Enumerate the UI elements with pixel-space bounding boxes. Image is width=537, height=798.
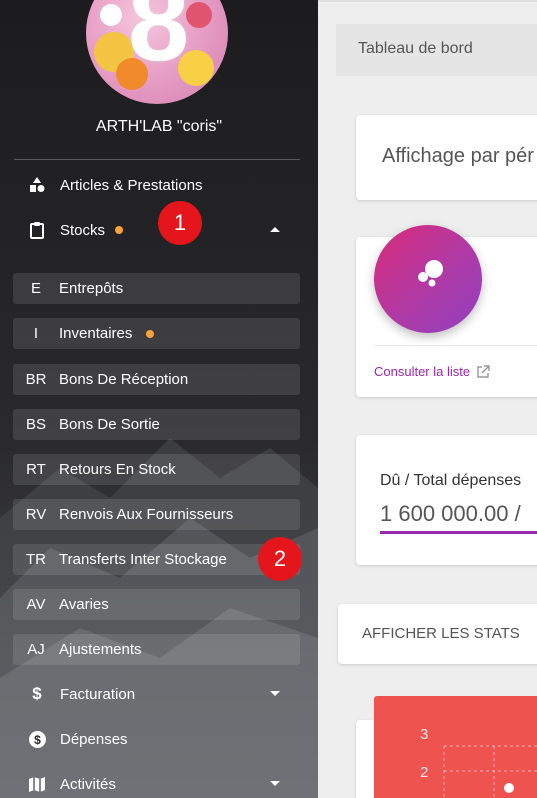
item-label: Transferts Inter Stockage (59, 551, 227, 568)
item-label: Retours En Stock (59, 461, 176, 478)
item-label: Bons De Réception (59, 371, 189, 388)
item-label: Ajustements (59, 641, 142, 658)
sidebar-item-bons-reception[interactable]: BR Bons De Réception (13, 364, 300, 395)
top-bar (318, 0, 537, 2)
stat-icon-circle (374, 225, 482, 333)
brand-name: ARTH'LAB "coris" (95, 118, 223, 135)
notification-dot (115, 226, 124, 234)
sidebar-item-avaries[interactable]: AV Avaries (13, 589, 300, 620)
chart-grid (443, 745, 537, 798)
external-link-icon (477, 364, 490, 378)
annotation-badge-2: 2 (258, 537, 302, 581)
menu-item-activites[interactable]: Activités (14, 767, 300, 798)
period-label: Affichage par pér (382, 145, 534, 167)
show-stats-button[interactable]: AFFICHER LES STATS (338, 604, 537, 664)
svg-text:$: $ (34, 733, 41, 747)
due-card: Dû / Total dépenses 1 600 000.00 / (356, 435, 537, 565)
annotation-badge-1: 1 (158, 201, 202, 245)
menu-item-stocks[interactable]: Stocks (14, 213, 300, 247)
item-abbr: TR (26, 551, 46, 568)
item-abbr: AV (26, 596, 46, 613)
menu-item-label: Activités (60, 775, 116, 793)
chevron-down-icon[interactable] (270, 781, 280, 786)
due-label: Dû / Total dépenses (380, 472, 522, 489)
menu-item-depenses[interactable]: $ Dépenses (14, 722, 300, 756)
view-list-link[interactable]: Consulter la liste (374, 364, 490, 379)
button-label: AFFICHER LES STATS (362, 625, 520, 642)
link-label: Consulter la liste (374, 364, 471, 379)
sidebar-item-entrepots[interactable]: E Entrepôts (13, 273, 300, 304)
menu-item-articles[interactable]: Articles & Prestations (14, 168, 300, 202)
dollar-icon: $ (32, 684, 42, 703)
period-selector-card[interactable]: Affichage par pér (356, 115, 537, 200)
menu-item-label: Dépenses (60, 730, 128, 748)
item-abbr: RT (26, 461, 46, 478)
dollar-circle-icon: $ (14, 730, 60, 748)
chart-panel: 3 2 (374, 696, 537, 798)
chart-tick-label: 2 (420, 764, 429, 781)
item-label: Avaries (59, 596, 109, 613)
sidebar-item-retours-stock[interactable]: RT Retours En Stock (13, 454, 300, 485)
menu-item-label: Articles & Prestations (60, 176, 203, 194)
sidebar: 8 ARTH'LAB "coris" Articles & Prestation… (0, 0, 318, 798)
chevron-down-icon[interactable] (270, 691, 280, 696)
item-label: Bons De Sortie (59, 416, 160, 433)
item-label: Inventaires (59, 325, 133, 342)
breadcrumb[interactable]: Tableau de bord (358, 40, 473, 58)
item-label: Entrepôts (59, 280, 124, 297)
item-abbr: E (30, 280, 41, 297)
sidebar-item-inventaires[interactable]: I Inventaires (13, 318, 300, 349)
clipboard-icon (14, 221, 60, 239)
divider (374, 345, 537, 346)
progress-underline (380, 531, 537, 534)
shapes-icon (14, 177, 60, 193)
logo-number: 8 (128, 0, 190, 84)
chart-tick-label: 3 (420, 726, 429, 743)
item-abbr: I (33, 325, 39, 342)
notification-dot (146, 329, 155, 338)
divider (14, 159, 300, 160)
brand-logo[interactable]: 8 (86, 0, 228, 104)
sidebar-item-ajustements[interactable]: AJ Ajustements (13, 634, 300, 665)
map-icon (14, 776, 60, 792)
sidebar-item-bons-sortie[interactable]: BS Bons De Sortie (13, 409, 300, 440)
bubbles-icon (418, 260, 443, 287)
item-abbr: RV (25, 506, 47, 523)
item-label: Renvois Aux Fournisseurs (59, 506, 234, 523)
flower-decoration (186, 2, 212, 28)
flower-decoration (100, 4, 122, 26)
item-abbr: BS (25, 416, 46, 433)
sidebar-item-renvois-fournisseurs[interactable]: RV Renvois Aux Fournisseurs (13, 499, 300, 530)
item-abbr: BR (25, 371, 47, 388)
menu-item-label: Stocks (60, 221, 106, 239)
menu-item-facturation[interactable]: $ Facturation (14, 677, 300, 711)
due-value: 1 600 000.00 / (380, 501, 521, 526)
chevron-up-icon[interactable] (270, 227, 280, 232)
menu-item-label: Facturation (60, 685, 136, 703)
stat-card: Consulter la liste (356, 225, 537, 397)
sidebar-item-transferts[interactable]: TR Transferts Inter Stockage (13, 544, 300, 575)
item-abbr: AJ (27, 641, 45, 658)
main-content: Tableau de bord Affichage par pér Consul… (318, 0, 537, 798)
